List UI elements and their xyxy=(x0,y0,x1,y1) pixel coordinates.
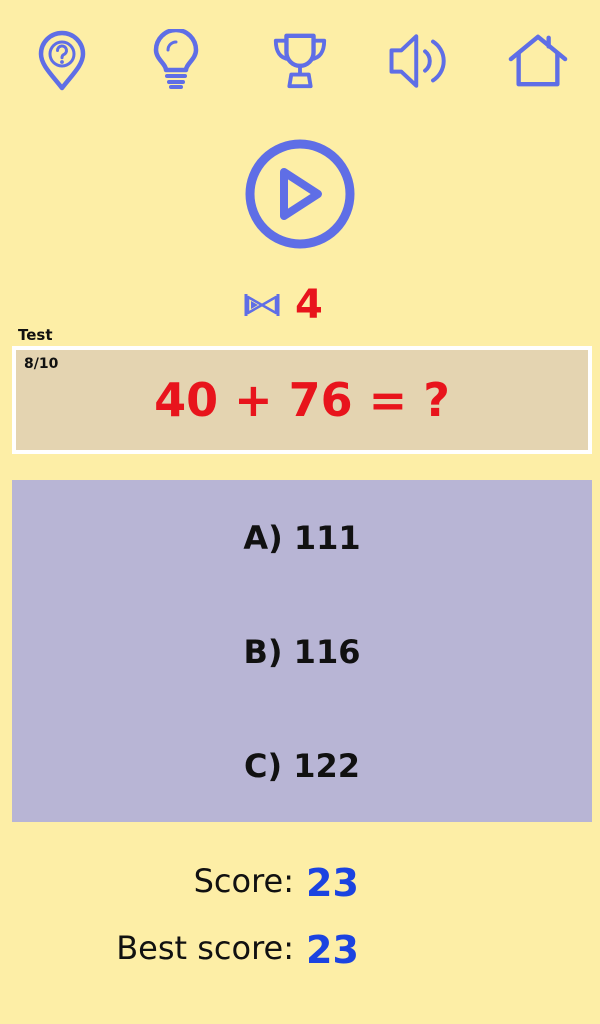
score-label: Score: xyxy=(193,862,294,900)
home-icon xyxy=(508,34,568,87)
question-panel: 8/10 40 + 76 = ? xyxy=(12,346,592,454)
answer-option-c[interactable]: C) 122 xyxy=(12,726,592,806)
answer-option-b[interactable]: B) 116 xyxy=(12,612,592,692)
leaderboard-button[interactable] xyxy=(270,28,330,94)
score-value: 23 xyxy=(306,861,359,905)
play-icon xyxy=(245,139,355,249)
best-score-value: 23 xyxy=(306,928,359,972)
sound-button[interactable] xyxy=(388,28,448,94)
sound-icon xyxy=(389,34,446,88)
toolbar xyxy=(0,28,600,94)
hint-button[interactable] xyxy=(146,28,206,94)
help-icon xyxy=(38,30,86,91)
timer-value: 4 xyxy=(295,282,323,328)
help-button[interactable] xyxy=(32,28,92,94)
answer-option-a[interactable]: A) 111 xyxy=(12,498,592,578)
hourglass-icon xyxy=(244,294,280,316)
mode-label: Test xyxy=(18,326,53,344)
trophy-icon xyxy=(273,33,327,89)
timer: 4 xyxy=(240,280,360,330)
answers-panel: A) 111 B) 116 C) 122 xyxy=(12,480,592,822)
question-text: 40 + 76 = ? xyxy=(154,373,450,427)
home-button[interactable] xyxy=(508,28,568,94)
play-button[interactable] xyxy=(244,138,356,250)
best-score-label: Best score: xyxy=(116,929,294,967)
lightbulb-icon xyxy=(153,29,199,89)
